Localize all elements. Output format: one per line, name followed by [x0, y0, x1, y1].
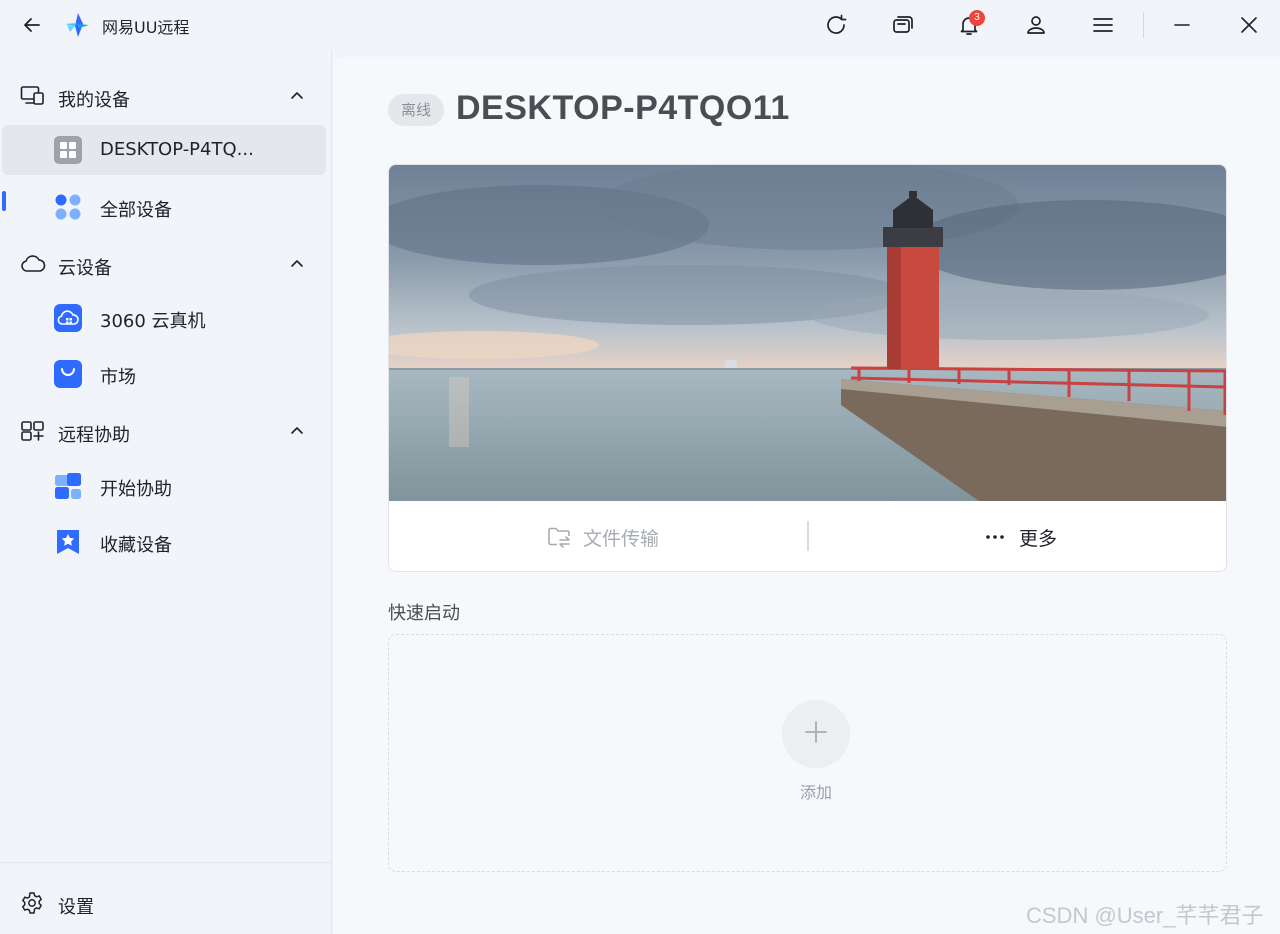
shopping-bag-icon: [54, 360, 82, 388]
multi-window-icon[interactable]: [887, 9, 919, 41]
notification-bell-icon[interactable]: 3: [953, 9, 985, 41]
windows-icon: [54, 136, 82, 164]
cloud-machine-icon: [54, 304, 82, 332]
menu-icon[interactable]: [1087, 9, 1119, 41]
group-remote-assist[interactable]: 远程协助: [0, 408, 332, 452]
assist-icon: [54, 472, 82, 500]
main-panel: 离线 DESKTOP-P4TQO11 文件传输 更多 快速启动 添加: [333, 57, 1280, 934]
sidebar-item-all-devices[interactable]: 全部设备: [2, 182, 326, 232]
group-label: 我的设备: [58, 90, 130, 111]
sidebar-item-label: 开始协助: [100, 479, 172, 500]
close-icon[interactable]: [1233, 9, 1265, 41]
sidebar-item-label: 市场: [100, 367, 136, 388]
sidebar-divider: [0, 862, 332, 863]
status-badge: 离线: [388, 94, 444, 126]
device-card: 文件传输 更多: [388, 164, 1227, 572]
titlebar-divider: [1143, 12, 1144, 38]
gear-icon: [20, 891, 44, 915]
cloud-icon: [20, 253, 46, 275]
bookmark-star-icon: [54, 528, 82, 556]
group-my-devices[interactable]: 我的设备: [0, 73, 332, 117]
page-title: DESKTOP-P4TQO11: [456, 89, 790, 127]
sidebar-item-label: 收藏设备: [100, 535, 172, 556]
app-title: 网易UU远程: [102, 18, 190, 37]
sidebar-item-start-assist[interactable]: 开始协助: [2, 461, 326, 511]
chevron-up-icon[interactable]: [288, 255, 306, 271]
more-button[interactable]: 更多: [983, 501, 1058, 571]
action-divider: [807, 521, 809, 551]
uu-logo-icon: [64, 12, 90, 38]
sidebar-item-favorite-devices[interactable]: 收藏设备: [2, 517, 326, 567]
settings-label: 设置: [58, 897, 94, 918]
chevron-up-icon[interactable]: [288, 87, 306, 103]
sidebar-item-market[interactable]: 市场: [2, 349, 326, 399]
sidebar-item-cloud-machine[interactable]: 3060 云真机: [2, 293, 326, 343]
folder-transfer-icon: [547, 525, 571, 549]
back-arrow-icon[interactable]: [18, 11, 46, 39]
grid-dots-icon: [54, 193, 82, 221]
file-transfer-button[interactable]: 文件传输: [547, 501, 660, 571]
watermark: CSDN @User_芊芊君子: [1026, 903, 1264, 928]
sidebar: 我的设备 DESKTOP-P4TQ... 全部设备 云设备 3060 云真机 市…: [0, 50, 332, 934]
group-label: 远程协助: [58, 425, 130, 446]
remote-assist-icon: [20, 420, 46, 442]
add-label: 添加: [799, 783, 832, 802]
file-transfer-label: 文件传输: [583, 527, 660, 550]
quick-start-heading: 快速启动: [388, 603, 460, 624]
refresh-icon[interactable]: [820, 9, 852, 41]
more-label: 更多: [1019, 527, 1058, 550]
title-bar: 网易UU远程 3: [0, 0, 1280, 50]
sidebar-item-desktop[interactable]: DESKTOP-P4TQ...: [2, 125, 326, 175]
minimize-icon[interactable]: [1166, 9, 1198, 41]
sidebar-item-label: 全部设备: [100, 200, 172, 221]
add-quick-start-button[interactable]: [782, 700, 850, 768]
card-action-bar: 文件传输 更多: [389, 501, 1226, 571]
sidebar-item-label: DESKTOP-P4TQ...: [100, 139, 254, 160]
plus-icon: [804, 720, 828, 748]
more-dots-icon: [983, 525, 1007, 549]
settings-button[interactable]: 设置: [0, 878, 332, 926]
devices-icon: [20, 85, 46, 107]
group-label: 云设备: [58, 258, 112, 279]
sidebar-item-label: 3060 云真机: [100, 311, 206, 332]
chevron-up-icon[interactable]: [288, 422, 306, 438]
user-account-icon[interactable]: [1020, 9, 1052, 41]
group-cloud-devices[interactable]: 云设备: [0, 241, 332, 285]
notification-badge: 3: [969, 10, 985, 26]
desktop-wallpaper-preview[interactable]: [389, 165, 1227, 501]
